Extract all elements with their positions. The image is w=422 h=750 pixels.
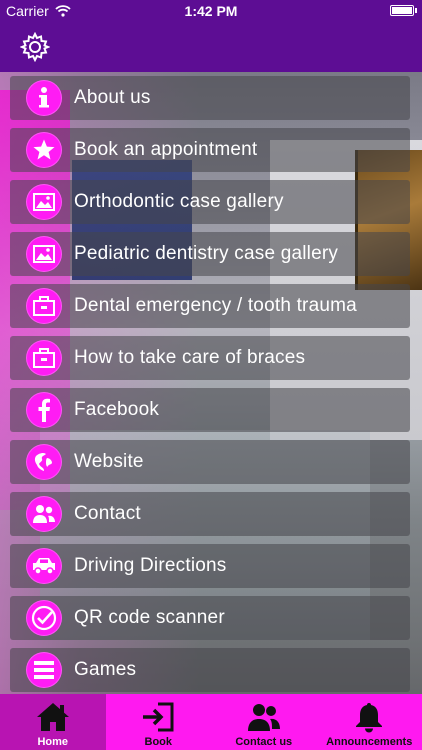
- bell-icon: [349, 699, 389, 735]
- menu-item-website[interactable]: Website: [10, 440, 410, 484]
- menu-item-braces-care[interactable]: How to take care of braces: [10, 336, 410, 380]
- tab-label: Contact us: [235, 736, 293, 748]
- status-bar: Carrier 1:42 PM: [0, 0, 422, 22]
- menu-item-label: Driving Directions: [74, 555, 227, 576]
- star-icon: [26, 132, 62, 168]
- gallery-icon: [26, 236, 62, 272]
- info-icon: [26, 80, 62, 116]
- tab-label: Announcements: [326, 736, 413, 748]
- tab-announcements[interactable]: Announcements: [317, 694, 422, 750]
- menu-item-contact[interactable]: Contact: [10, 492, 410, 536]
- menu-item-label: Book an appointment: [74, 139, 258, 160]
- menu-item-label: Pediatric dentistry case gallery: [74, 243, 339, 264]
- menu-item-label: Games: [74, 659, 137, 680]
- tab-contact-us[interactable]: Contact us: [211, 694, 317, 750]
- tab-label: Home: [37, 736, 69, 748]
- tab-bar: Home Book Contact us Announcements: [0, 694, 422, 750]
- check-circle-icon: [26, 600, 62, 636]
- menu-item-pediatric-gallery[interactable]: Pediatric dentistry case gallery: [10, 232, 410, 276]
- tab-book[interactable]: Book: [106, 694, 212, 750]
- menu-item-about-us[interactable]: About us: [10, 76, 410, 120]
- globe-icon: [26, 444, 62, 480]
- menu-item-label: QR code scanner: [74, 607, 225, 628]
- main-menu: About us Book an appointment Orthodontic…: [10, 76, 410, 700]
- menu-item-label: Website: [74, 451, 144, 472]
- gear-icon[interactable]: [20, 32, 50, 62]
- menu-item-orthodontic-gallery[interactable]: Orthodontic case gallery: [10, 180, 410, 224]
- gallery-icon: [26, 184, 62, 220]
- home-icon: [33, 699, 73, 735]
- tab-label: Book: [144, 736, 173, 748]
- facebook-icon: [26, 392, 62, 428]
- menu-item-label: Dental emergency / tooth trauma: [74, 295, 357, 316]
- menu-item-label: Contact: [74, 503, 141, 524]
- sign-in-icon: [138, 699, 178, 735]
- briefcase-icon: [26, 340, 62, 376]
- menu-item-dental-emergency[interactable]: Dental emergency / tooth trauma: [10, 284, 410, 328]
- menu-item-label: Orthodontic case gallery: [74, 191, 284, 212]
- menu-item-label: How to take care of braces: [74, 347, 306, 368]
- battery-icon: [390, 5, 417, 16]
- menu-item-book-appointment[interactable]: Book an appointment: [10, 128, 410, 172]
- tab-home[interactable]: Home: [0, 694, 106, 750]
- menu-item-label: Facebook: [74, 399, 160, 420]
- car-icon: [26, 548, 62, 584]
- games-icon: [26, 652, 62, 688]
- people-icon: [244, 699, 284, 735]
- menu-item-label: About us: [74, 87, 151, 108]
- menu-item-games[interactable]: Games: [10, 648, 410, 692]
- app-header: Carrier 1:42 PM: [0, 0, 422, 72]
- menu-item-qr-scanner[interactable]: QR code scanner: [10, 596, 410, 640]
- contacts-icon: [26, 496, 62, 532]
- menu-item-facebook[interactable]: Facebook: [10, 388, 410, 432]
- menu-item-driving-directions[interactable]: Driving Directions: [10, 544, 410, 588]
- status-time: 1:42 PM: [184, 3, 238, 19]
- briefcase-icon: [26, 288, 62, 324]
